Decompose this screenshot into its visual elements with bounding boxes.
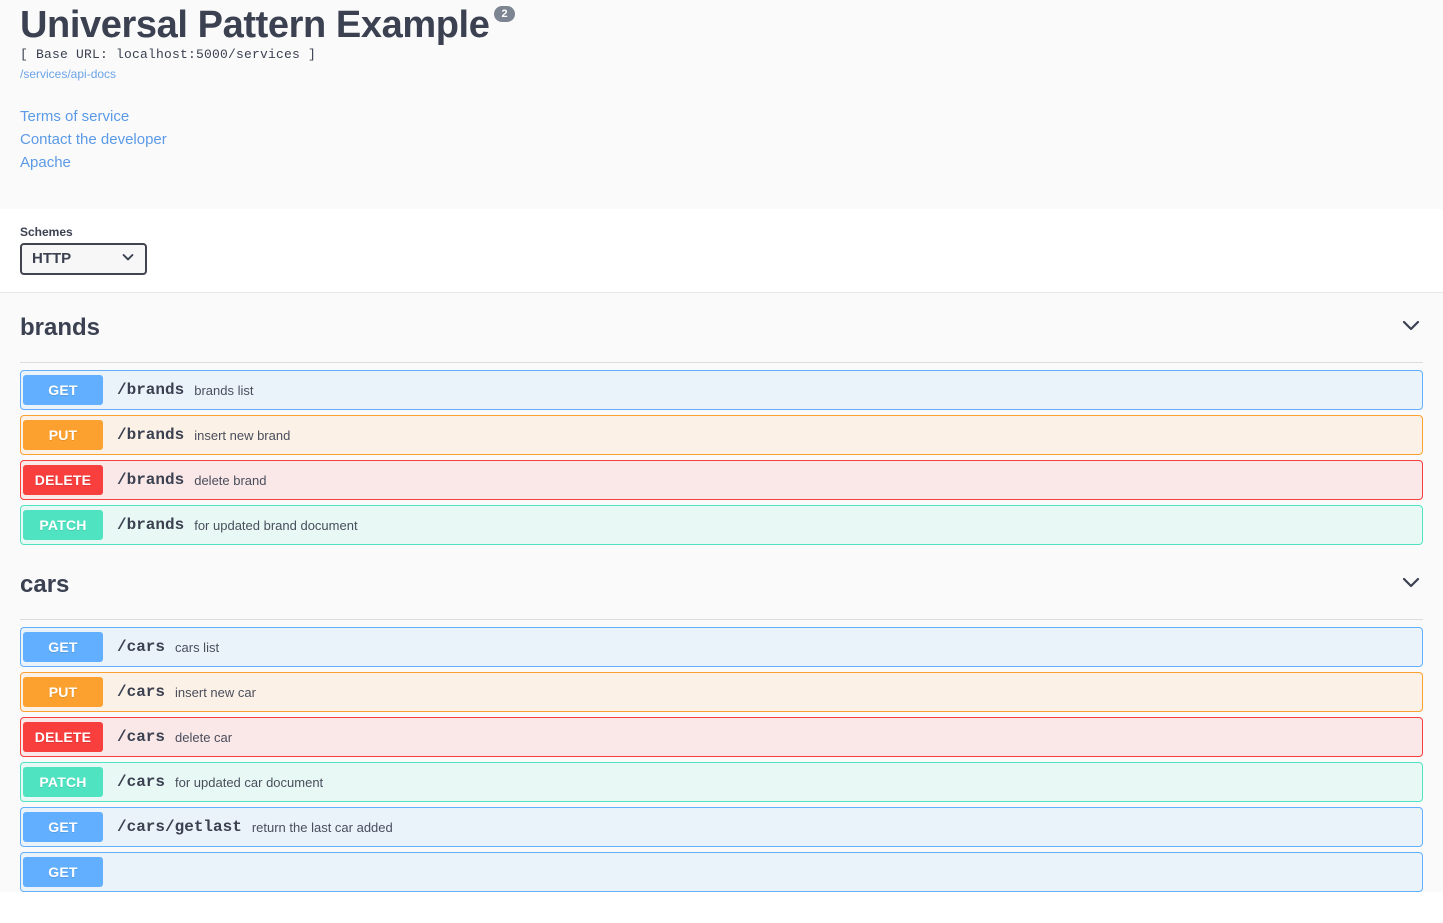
operation-summary: return the last car added <box>251 819 393 835</box>
operation-row[interactable]: PATCH /cars for updated car document <box>20 762 1423 802</box>
operation-row[interactable]: GET /cars cars list <box>20 627 1423 667</box>
schemes-selected-value: HTTP <box>32 250 72 267</box>
operation-summary: delete car <box>175 729 233 745</box>
operation-path: /cars <box>117 773 166 791</box>
operation-row[interactable]: PUT /brands insert new brand <box>20 415 1423 455</box>
tag-header-brands[interactable]: brands <box>0 293 1443 362</box>
operation-path: /brands <box>117 471 185 489</box>
method-badge: GET <box>23 857 103 887</box>
license-apache-link[interactable]: Apache <box>20 151 1423 174</box>
base-url: [ Base URL: localhost:5000/services ] <box>20 47 317 62</box>
operation-summary: insert new brand <box>194 427 291 443</box>
operation-row[interactable]: PATCH /brands for updated brand document <box>20 505 1423 545</box>
operation-path: /cars/getlast <box>117 818 242 836</box>
operation-path: /cars <box>117 683 166 701</box>
tag-header-cars[interactable]: cars <box>0 550 1443 619</box>
tag-block-brands: brands GET /brands brands list PUT /bran… <box>0 293 1443 545</box>
title-row: Universal Pattern Example 2 <box>20 0 1423 48</box>
method-badge: DELETE <box>23 722 103 752</box>
operation-summary: delete brand <box>194 472 267 488</box>
method-badge: DELETE <box>23 465 103 495</box>
api-docs-link[interactable]: /services/api-docs <box>20 66 1423 83</box>
tag-name-brands: brands <box>20 313 101 341</box>
method-badge: PUT <box>23 420 103 450</box>
operation-path: /cars <box>117 638 166 656</box>
tag-divider <box>20 619 1423 620</box>
tag-name-cars: cars <box>20 570 70 598</box>
swagger-ui-page: Universal Pattern Example 2 [ Base URL: … <box>0 0 1443 923</box>
tag-divider <box>20 362 1423 363</box>
operation-list-brands: GET /brands brands list PUT /brands inse… <box>0 370 1443 545</box>
operation-path: /brands <box>117 381 185 399</box>
method-badge: PUT <box>23 677 103 707</box>
method-badge: GET <box>23 632 103 662</box>
method-badge: PATCH <box>23 767 103 797</box>
operation-summary: insert new car <box>175 684 256 700</box>
chevron-down-icon[interactable] <box>1399 570 1423 599</box>
method-badge: PATCH <box>23 510 103 540</box>
operation-summary: for updated car document <box>175 774 324 790</box>
tag-block-cars: cars GET /cars cars list PUT /cars inser… <box>0 550 1443 892</box>
operation-row[interactable]: PUT /cars insert new car <box>20 672 1423 712</box>
operation-list-cars: GET /cars cars list PUT /cars insert new… <box>0 627 1443 892</box>
schemes-label: Schemes <box>20 225 73 239</box>
contact-developer-link[interactable]: Contact the developer <box>20 128 1423 151</box>
operation-row[interactable]: GET /cars/getlast return the last car ad… <box>20 807 1423 847</box>
operation-row[interactable]: GET <box>20 852 1423 892</box>
operation-path: /brands <box>117 516 185 534</box>
terms-of-service-link[interactable]: Terms of service <box>20 105 1423 128</box>
api-info-banner: Universal Pattern Example 2 [ Base URL: … <box>0 0 1443 209</box>
chevron-down-icon[interactable] <box>1399 313 1423 342</box>
operation-summary: brands list <box>194 382 254 398</box>
operation-row[interactable]: DELETE /brands delete brand <box>20 460 1423 500</box>
operation-path: /cars <box>117 728 166 746</box>
operation-summary: for updated brand document <box>194 517 358 533</box>
operation-summary: cars list <box>175 639 220 655</box>
api-version-badge: 2 <box>494 6 515 22</box>
page-title: Universal Pattern Example <box>20 4 490 46</box>
operation-path: /brands <box>117 426 185 444</box>
schemes-section: Schemes HTTP <box>0 209 1443 293</box>
operation-row[interactable]: DELETE /cars delete car <box>20 717 1423 757</box>
info-links: Terms of service Contact the developer A… <box>20 105 1423 174</box>
operation-row[interactable]: GET /brands brands list <box>20 370 1423 410</box>
schemes-select[interactable]: HTTP <box>20 243 147 275</box>
method-badge: GET <box>23 375 103 405</box>
method-badge: GET <box>23 812 103 842</box>
operations-container: brands GET /brands brands list PUT /bran… <box>0 293 1443 892</box>
chevron-down-icon <box>120 249 136 270</box>
